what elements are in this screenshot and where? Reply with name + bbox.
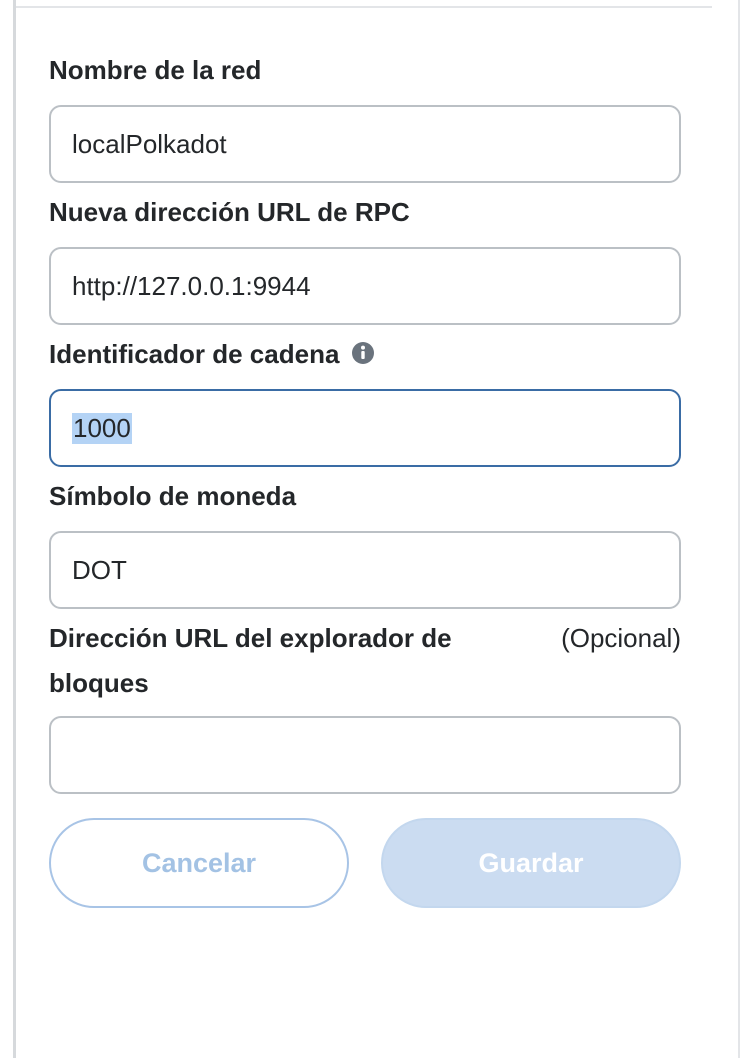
rpc-url-input[interactable]: http://127.0.0.1:9944 (49, 247, 681, 325)
chain-id-label-text: Identificador de cadena (49, 339, 340, 369)
panel-left-border (13, 0, 16, 1058)
chain-id-value: 1000 (72, 412, 132, 444)
panel-right-border (738, 0, 740, 1058)
currency-symbol-value: DOT (72, 554, 127, 585)
currency-symbol-input[interactable]: DOT (49, 531, 681, 609)
info-icon[interactable] (351, 341, 375, 365)
panel-top-border (16, 6, 712, 8)
chain-id-input[interactable]: 1000 (49, 389, 681, 467)
currency-symbol-label: Símbolo de moneda (49, 481, 297, 511)
network-name-value: localPolkadot (72, 128, 227, 159)
cancel-button[interactable]: Cancelar (49, 818, 349, 908)
chain-id-label: Identificador de cadena (49, 339, 375, 369)
network-name-label: Nombre de la red (49, 55, 262, 85)
save-button[interactable]: Guardar (381, 818, 681, 908)
network-form-page: Nombre de la red localPolkadot Nueva dir… (0, 0, 754, 1058)
rpc-url-value: http://127.0.0.1:9944 (72, 270, 311, 301)
rpc-url-label: Nueva dirección URL de RPC (49, 197, 410, 227)
network-name-input[interactable]: localPolkadot (49, 105, 681, 183)
block-explorer-input[interactable] (49, 716, 681, 794)
block-explorer-label-row: Dirección URL del explorador de bloques … (49, 616, 681, 706)
block-explorer-label: Dirección URL del explorador de bloques (49, 623, 452, 698)
optional-tag: (Opcional) (561, 623, 681, 653)
